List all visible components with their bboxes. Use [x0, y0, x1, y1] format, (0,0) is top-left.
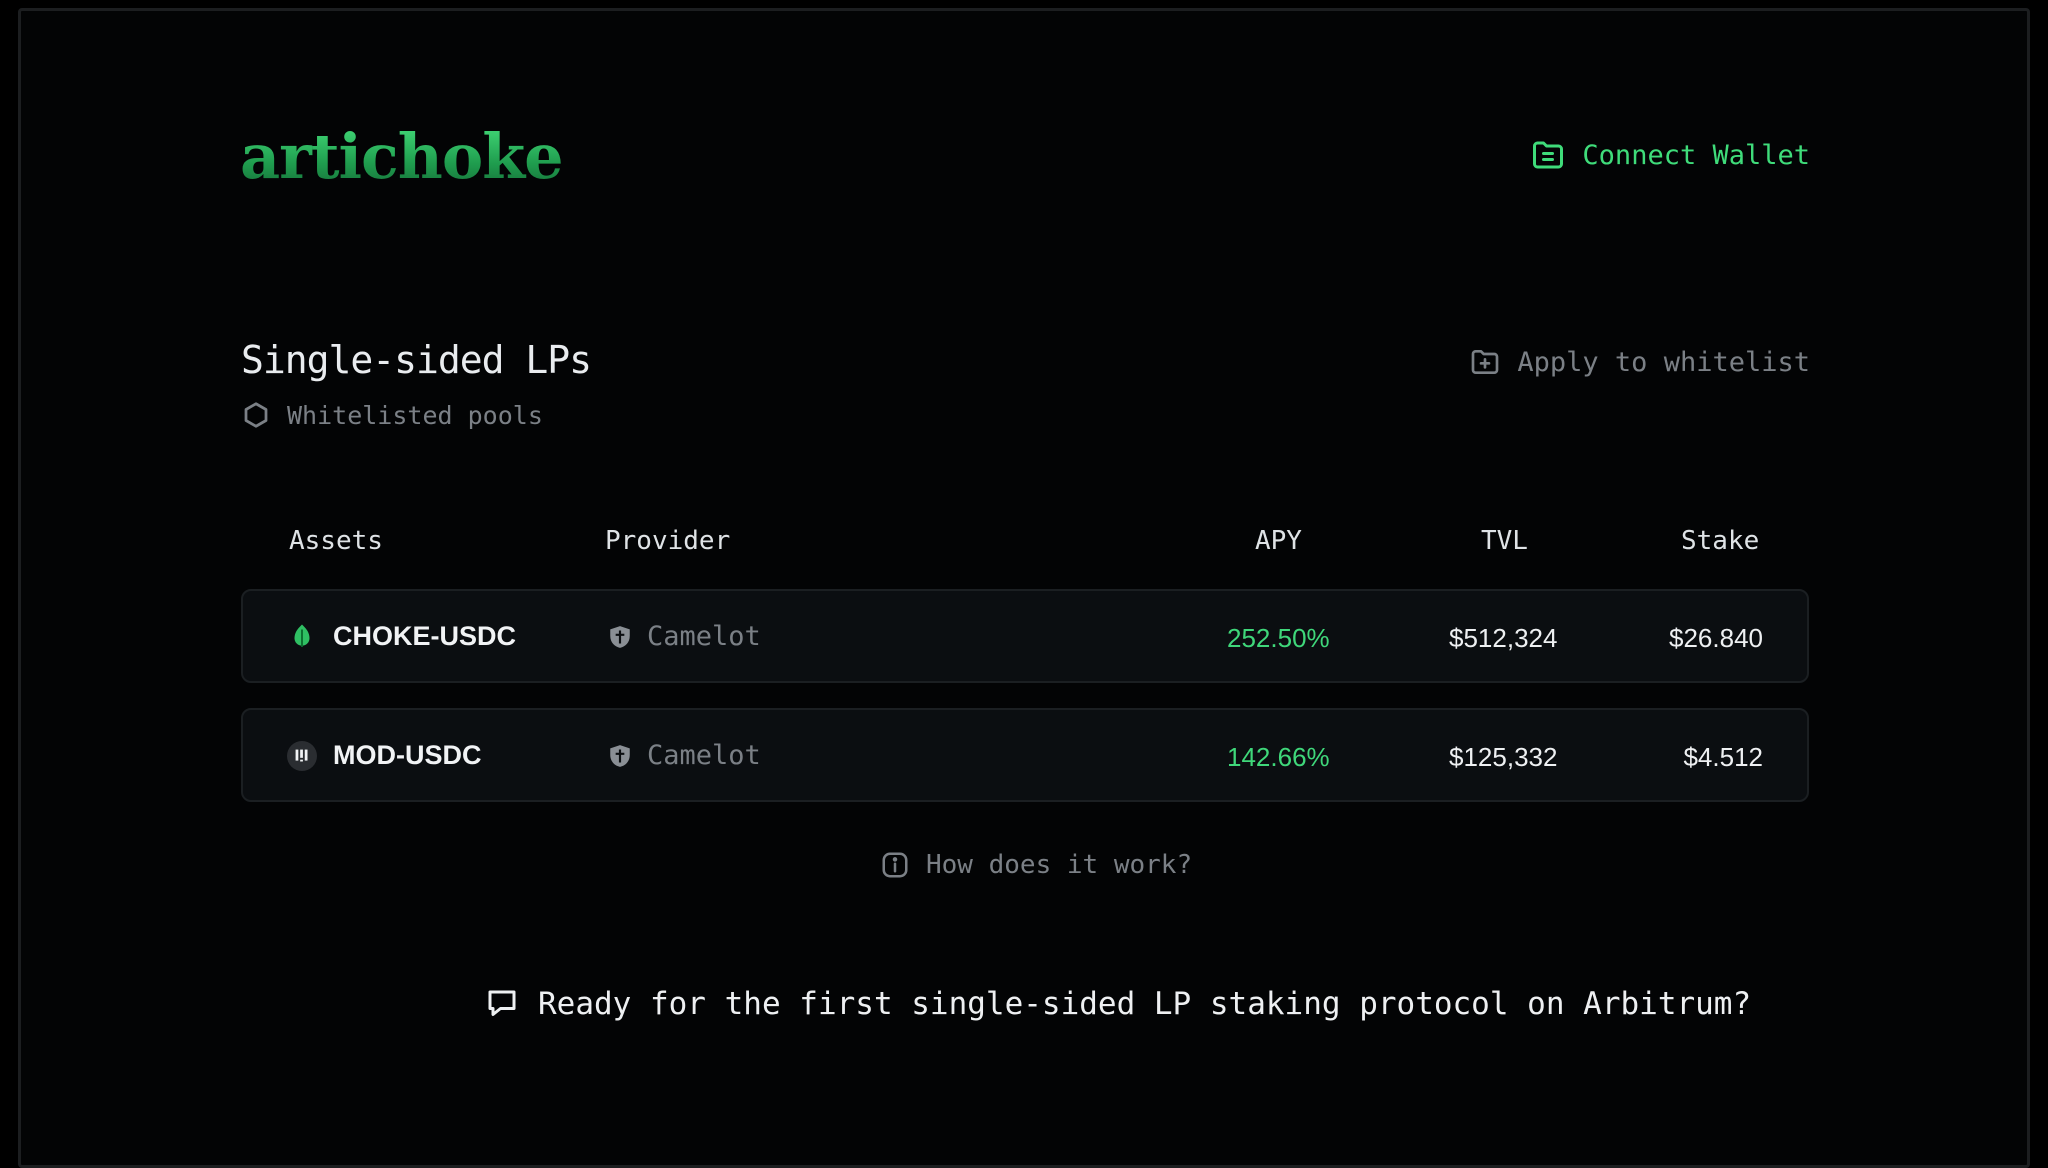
provider-name: Camelot: [647, 740, 761, 771]
apy-value: 142.66%: [1227, 742, 1330, 772]
provider-cell: Camelot: [607, 740, 761, 771]
chat-bubble-icon: [488, 990, 516, 1016]
asset-cell: CHOKE-USDC: [287, 621, 516, 652]
table-header: Assets Provider APY TVL Stake: [241, 520, 1809, 564]
asset-name: CHOKE-USDC: [333, 621, 517, 651]
folder-plus-icon: [1472, 350, 1499, 374]
cta-message: Ready for the first single-sided LP stak…: [484, 986, 1751, 1022]
column-tvl: TVL: [1481, 526, 1528, 556]
apply-to-whitelist-button[interactable]: Apply to whitelist: [1469, 346, 1810, 378]
apply-label: Apply to whitelist: [1517, 346, 1810, 378]
mod-token-icon: [287, 740, 317, 771]
table-row[interactable]: CHOKE-USDC Camelot 252.50% $512,324 $26.…: [241, 589, 1809, 683]
column-assets: Assets: [289, 526, 383, 556]
info-icon: [882, 852, 908, 878]
cta-text: Ready for the first single-sided LP stak…: [538, 986, 1752, 1022]
camelot-icon: [610, 625, 630, 648]
how-it-works-label: How does it work?: [926, 850, 1193, 880]
connect-wallet-button[interactable]: Connect Wallet: [1530, 137, 1810, 173]
column-apy: APY: [1255, 526, 1302, 556]
page-title: Single-sided LPs: [241, 338, 592, 382]
shield-icon: [244, 402, 268, 428]
provider-cell: Camelot: [607, 621, 761, 652]
whitelisted-pools-label: Whitelisted pools: [241, 400, 543, 430]
logo[interactable]: artichoke: [240, 120, 564, 193]
column-stake: Stake: [1681, 526, 1760, 556]
stake-value: $4.512: [1683, 742, 1763, 772]
table-row[interactable]: MOD-USDC Camelot 142.66% $125,332 $4.512: [241, 708, 1809, 802]
how-it-works-link[interactable]: How does it work?: [880, 850, 1192, 880]
provider-name: Camelot: [647, 621, 761, 652]
artichoke-token-icon: [287, 622, 317, 652]
tvl-value: $125,332: [1449, 742, 1558, 772]
stake-value: $26.840: [1669, 623, 1763, 653]
wallet-icon: [1533, 141, 1564, 169]
asset-cell: MOD-USDC: [287, 740, 482, 771]
tvl-value: $512,324: [1449, 623, 1558, 653]
subtitle-text: Whitelisted pools: [287, 400, 543, 430]
column-provider: Provider: [605, 526, 731, 556]
connect-wallet-label: Connect Wallet: [1582, 139, 1810, 171]
asset-name: MOD-USDC: [333, 740, 482, 770]
camelot-icon: [610, 744, 630, 767]
apy-value: 252.50%: [1227, 623, 1330, 653]
